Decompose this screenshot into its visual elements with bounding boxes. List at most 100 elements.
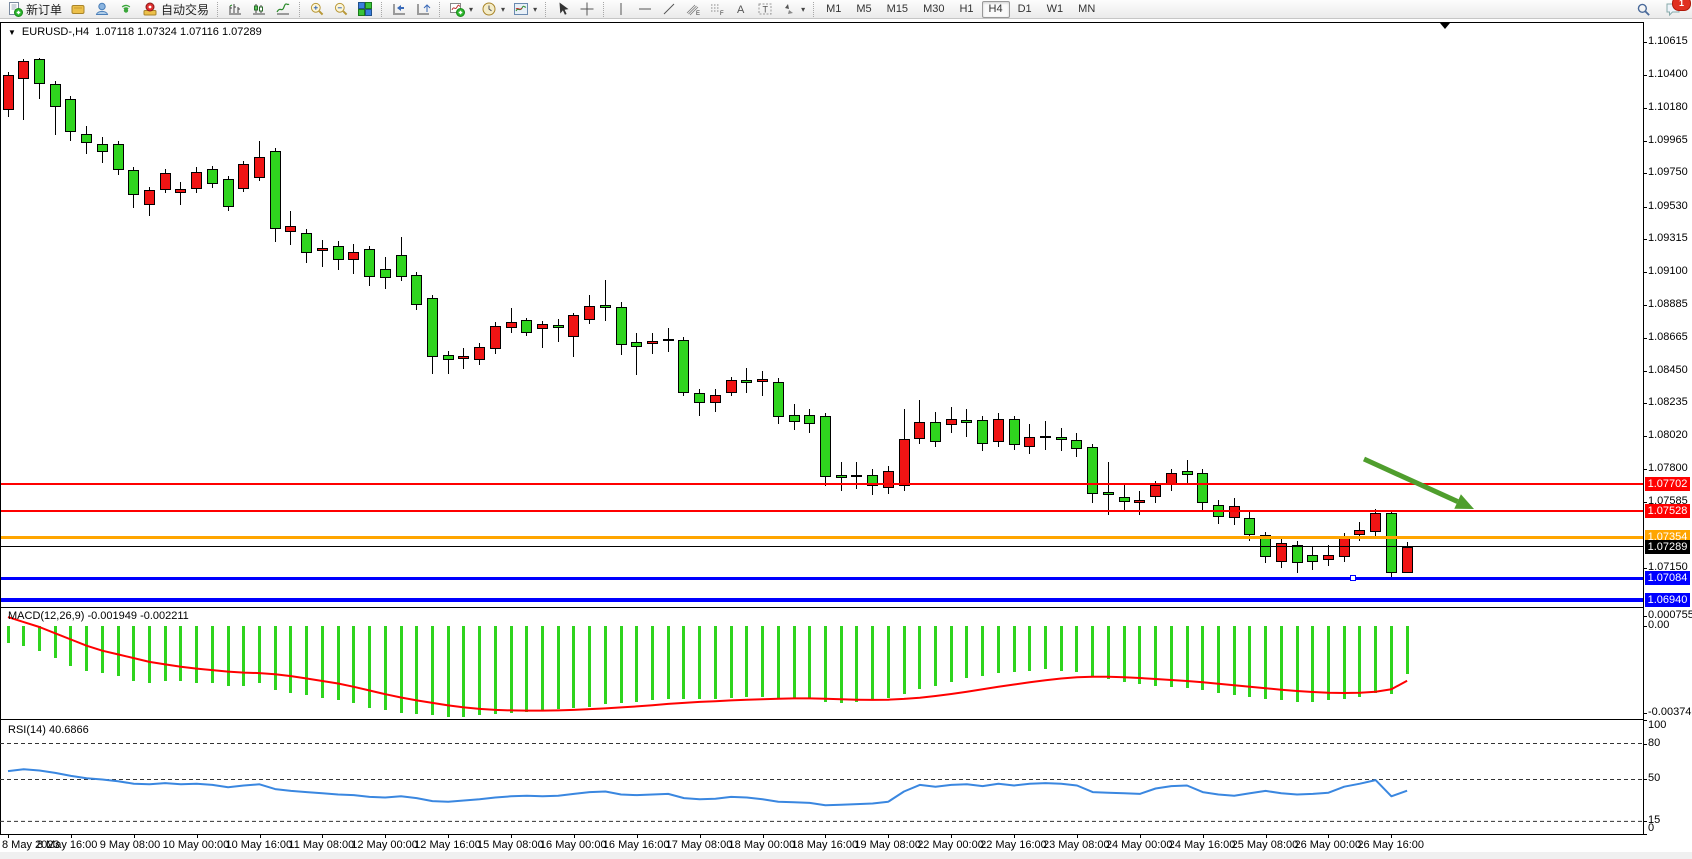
macd-histogram-bar <box>572 626 575 708</box>
candle-body <box>50 84 61 107</box>
candle-body <box>789 415 800 423</box>
annotation-arrow-shaft[interactable] <box>1364 459 1458 502</box>
price-badge: 1.07702 <box>1645 477 1690 491</box>
candle-body <box>1024 437 1035 447</box>
candle-body <box>1040 436 1051 438</box>
macd-histogram-bar <box>1343 626 1346 699</box>
signals-button[interactable] <box>114 0 138 19</box>
macd-histogram-bar <box>934 626 937 686</box>
macd-histogram-bar <box>1091 626 1094 676</box>
candle-body <box>1134 500 1145 503</box>
text-label-tool-button[interactable]: T <box>753 0 777 19</box>
candle-body <box>521 320 532 333</box>
auto-scroll-button[interactable] <box>411 0 435 19</box>
fibonacci-icon: F <box>709 1 725 17</box>
macd-histogram-bar <box>1217 626 1220 693</box>
chevron-down-icon: ▾ <box>501 5 505 14</box>
tab-h4[interactable]: H4 <box>982 1 1010 18</box>
templates-button[interactable]: ▾ <box>509 0 541 19</box>
chat-button[interactable]: 1 <box>1661 0 1685 19</box>
tile-windows-button[interactable] <box>353 0 377 19</box>
channel-tool-button[interactable]: E <box>681 0 705 19</box>
macd-histogram-bar <box>289 626 292 693</box>
candle-wick <box>636 333 637 376</box>
macd-histogram-bar <box>777 626 780 698</box>
macd-histogram-bar <box>541 626 544 711</box>
timeframe-menu-button[interactable]: ▾ <box>477 0 509 19</box>
zoom-in-button[interactable] <box>305 0 329 19</box>
candle-body <box>804 415 815 424</box>
tab-d1[interactable]: D1 <box>1011 1 1039 18</box>
chart-plot[interactable]: ▼ EURUSD-,H4 1.07118 1.07324 1.07116 1.0… <box>0 0 1692 859</box>
trendline-tool-button[interactable] <box>657 0 681 19</box>
macd-histogram-bar <box>745 626 748 697</box>
candle-body <box>3 75 14 110</box>
candlestick-chart-icon <box>251 1 267 17</box>
macd-histogram-bar <box>682 626 685 699</box>
price-badge: 1.07084 <box>1645 571 1690 585</box>
deposit-button[interactable] <box>66 0 90 19</box>
candle-body <box>411 275 422 305</box>
candlestick-chart-button[interactable] <box>247 0 271 19</box>
chart-shift-button[interactable] <box>387 0 411 19</box>
horizontal-level-line <box>0 510 1643 512</box>
timeframe-bar: M1 M5 M15 M30 H1 H4 D1 W1 MN <box>819 1 1102 18</box>
tab-h1[interactable]: H1 <box>952 1 980 18</box>
fibonacci-tool-button[interactable]: F <box>705 0 729 19</box>
svg-text:F: F <box>720 11 724 17</box>
rsi-axis-label: 100 <box>1648 719 1666 731</box>
collapse-triangle-icon[interactable]: ▼ <box>8 28 16 37</box>
auto-trading-icon <box>142 1 158 17</box>
candle-wick <box>511 308 512 332</box>
time-axis-label: 26 May 16:00 <box>1357 839 1424 851</box>
macd-histogram-bar <box>494 626 497 714</box>
price-axis-label: 1.07150 <box>1648 561 1688 573</box>
crosshair-tool-button[interactable] <box>575 0 599 19</box>
line-chart-button[interactable] <box>271 0 295 19</box>
candle-body <box>380 269 391 278</box>
time-axis-label: 19 May 08:00 <box>854 839 921 851</box>
arrows-tool-button[interactable]: ▾ <box>777 0 809 19</box>
toolbar-separator <box>813 2 815 17</box>
tab-m5[interactable]: M5 <box>849 1 878 18</box>
time-axis-label: 15 May 08:00 <box>477 839 544 851</box>
text-tool-button[interactable]: A <box>729 0 753 19</box>
macd-histogram-bar <box>903 626 906 694</box>
vertical-line-tool-button[interactable] <box>609 0 633 19</box>
macd-histogram-bar <box>148 626 151 683</box>
time-axis-label: 16 May 16:00 <box>603 839 670 851</box>
macd-histogram-bar <box>132 626 135 681</box>
auto-trading-button[interactable]: 自动交易 <box>138 0 213 19</box>
macd-indicator-label: MACD(12,26,9) -0.001949 -0.002211 <box>8 610 189 622</box>
candle-body <box>81 134 92 143</box>
candle-body <box>1009 419 1020 445</box>
tab-w1[interactable]: W1 <box>1040 1 1071 18</box>
community-button[interactable] <box>90 0 114 19</box>
bar-chart-button[interactable] <box>223 0 247 19</box>
candle-body <box>1386 513 1397 573</box>
tab-mn[interactable]: MN <box>1071 1 1102 18</box>
macd-histogram-bar <box>227 626 230 686</box>
add-indicator-button[interactable]: ▾ <box>445 0 477 19</box>
candle-body <box>851 475 862 477</box>
search-button[interactable] <box>1632 0 1655 19</box>
new-order-icon <box>7 1 23 17</box>
time-axis-label: 24 May 00:00 <box>1106 839 1173 851</box>
candle-body <box>584 306 595 320</box>
tab-m1[interactable]: M1 <box>819 1 848 18</box>
macd-histogram-bar <box>38 626 41 651</box>
candle-body <box>537 324 548 329</box>
macd-histogram-bar <box>1123 626 1126 682</box>
candle-body <box>914 422 925 439</box>
tab-m15[interactable]: M15 <box>880 1 915 18</box>
zoom-out-button[interactable] <box>329 0 353 19</box>
deposit-icon <box>70 1 86 17</box>
horizontal-line-tool-button[interactable] <box>633 0 657 19</box>
price-axis-label: 1.09965 <box>1648 134 1688 146</box>
chevron-down-icon: ▾ <box>469 5 473 14</box>
line-handle <box>1350 575 1356 581</box>
new-order-button[interactable]: 新订单 <box>3 0 66 19</box>
rsi-axis-label: 0 <box>1648 822 1654 834</box>
tab-m30[interactable]: M30 <box>916 1 951 18</box>
cursor-tool-button[interactable] <box>551 0 575 19</box>
